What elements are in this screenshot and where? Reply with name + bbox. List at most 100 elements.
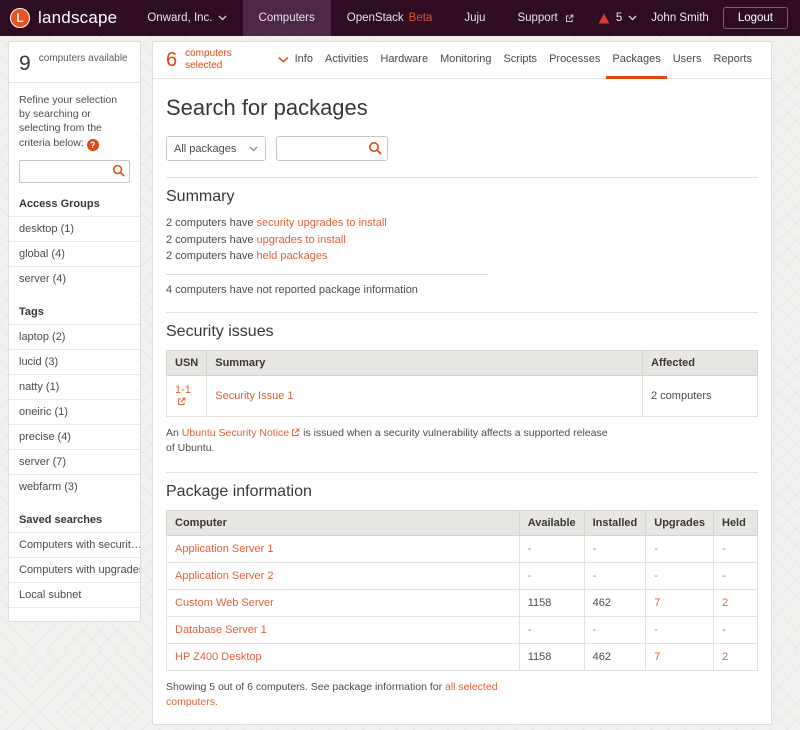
external-link-icon (565, 14, 574, 23)
alerts-count: 5 (616, 12, 622, 24)
upgrades-count-link[interactable]: 7 (654, 597, 660, 609)
upgrades-count-link[interactable]: 7 (654, 651, 660, 663)
tags-title: Tags (9, 299, 140, 324)
sidebar-item-computers-with-security[interactable]: Computers with securit… (9, 532, 140, 557)
tab-packages[interactable]: Packages (606, 42, 666, 79)
sidebar-item-local-subnet[interactable]: Local subnet (9, 582, 140, 607)
upgrades-value: - (646, 562, 714, 589)
chevron-down-icon (628, 15, 637, 21)
external-link-icon (177, 397, 186, 406)
held-count-link[interactable]: 2 (722, 651, 728, 663)
org-menu[interactable]: Onward, Inc. (131, 0, 242, 36)
summary-divider (166, 177, 758, 178)
computer-link[interactable]: HP Z400 Desktop (175, 651, 262, 663)
package-footer-text: Showing 5 out of 6 computers. See packag… (166, 681, 445, 693)
search-icon[interactable] (112, 164, 125, 177)
computer-link[interactable]: Database Server 1 (175, 624, 267, 636)
security-issues-table: USN Summary Affected 1-1 Security Issue … (166, 350, 758, 417)
computer-link[interactable]: Application Server 2 (175, 570, 273, 582)
ubuntu-security-notice-link[interactable]: Ubuntu Security Notice (182, 427, 300, 439)
nav-openstack-beta-badge: Beta (409, 12, 433, 24)
col-upgrades: Upgrades (646, 510, 714, 535)
org-menu-label: Onward, Inc. (147, 12, 212, 24)
selected-computers-menu[interactable]: 6 computers selected (166, 42, 289, 78)
computer-link[interactable]: Application Server 1 (175, 543, 273, 555)
sidebar-item-webfarm[interactable]: webfarm (3) (9, 474, 140, 499)
usn-link[interactable]: 1-1 (175, 384, 191, 408)
tab-info[interactable]: Info (289, 42, 319, 79)
landscape-logo-text: landscape (38, 8, 117, 28)
nav-item-support[interactable]: Support (501, 0, 589, 36)
nav-item-juju[interactable]: Juju (448, 0, 501, 36)
held-value: - (714, 562, 758, 589)
security-issue-link[interactable]: Security Issue 1 (215, 390, 293, 402)
help-icon[interactable]: ? (87, 139, 99, 151)
main-panel: 6 computers selected Info Activities Har… (152, 41, 772, 725)
sidebar-item-precise[interactable]: precise (4) (9, 424, 140, 449)
security-upgrades-link[interactable]: security upgrades to install (257, 217, 387, 229)
user-name[interactable]: John Smith (651, 12, 709, 24)
col-summary: Summary (207, 350, 643, 375)
nav-computers-label: Computers (259, 12, 315, 24)
main-header: 6 computers selected Info Activities Har… (153, 42, 771, 79)
summary-line: 2 computers have held packages (166, 248, 758, 265)
security-issues-title: Security issues (166, 323, 758, 341)
upgrades-link[interactable]: upgrades to install (257, 234, 346, 246)
package-search (276, 136, 388, 161)
table-row: Database Server 1 - - - - (167, 616, 758, 643)
external-link-icon (291, 428, 300, 437)
computer-link[interactable]: Custom Web Server (175, 597, 274, 609)
tab-activities[interactable]: Activities (319, 42, 374, 79)
sidebar-item-computers-with-upgrades[interactable]: Computers with upgrades (9, 557, 140, 582)
col-affected: Affected (643, 350, 758, 375)
sidebar-item-desktop[interactable]: desktop (1) (9, 216, 140, 241)
summary-line: 2 computers have upgrades to install (166, 232, 758, 249)
table-row: HP Z400 Desktop 1158 462 7 2 (167, 643, 758, 670)
usn-note: An Ubuntu Security Notice is issued when… (166, 426, 616, 456)
sidebar-item-server-tag[interactable]: server (7) (9, 449, 140, 474)
package-filter-value: All packages (174, 143, 236, 155)
logout-button[interactable]: Logout (723, 7, 788, 29)
nav-item-openstack[interactable]: OpenStack Beta (331, 0, 449, 36)
sidebar-item-global[interactable]: global (4) (9, 241, 140, 266)
chevron-down-icon (218, 15, 227, 21)
held-count-link[interactable]: 2 (722, 597, 728, 609)
available-value: - (519, 562, 584, 589)
nav-item-computers[interactable]: Computers (243, 0, 331, 36)
security-divider (166, 312, 758, 313)
landscape-logo[interactable]: L landscape (0, 0, 131, 36)
summary-line: 2 computers have security upgrades to in… (166, 215, 758, 232)
tab-processes[interactable]: Processes (543, 42, 606, 79)
sidebar-item-server-group[interactable]: server (4) (9, 266, 140, 291)
installed-value: 462 (584, 643, 646, 670)
held-value: - (714, 616, 758, 643)
package-filter-select[interactable]: All packages (166, 136, 266, 161)
sidebar-item-natty[interactable]: natty (1) (9, 374, 140, 399)
tab-hardware[interactable]: Hardware (374, 42, 434, 79)
held-packages-link[interactable]: held packages (257, 250, 328, 262)
alerts-menu[interactable]: 5 (598, 12, 637, 24)
held-value: - (714, 535, 758, 562)
page-content: 9 computers available Refine your select… (0, 36, 800, 730)
tab-reports[interactable]: Reports (707, 42, 758, 79)
sidebar-item-lucid[interactable]: lucid (3) (9, 349, 140, 374)
landscape-logo-icon: L (10, 8, 30, 28)
packages-divider (166, 472, 758, 473)
sidebar-item-laptop[interactable]: laptop (2) (9, 324, 140, 349)
saved-searches-list: Computers with securit… Computers with u… (9, 532, 140, 607)
main-body: Search for packages All packages Summary… (153, 79, 771, 724)
tab-monitoring[interactable]: Monitoring (434, 42, 497, 79)
nav-openstack-label: OpenStack (347, 12, 404, 24)
saved-searches-title: Saved searches (9, 507, 140, 532)
sidebar-item-oneiric[interactable]: oneiric (1) (9, 399, 140, 424)
installed-value: - (584, 535, 646, 562)
col-usn: USN (167, 350, 207, 375)
tab-users[interactable]: Users (667, 42, 708, 79)
search-icon[interactable] (368, 141, 382, 155)
usn-note-link-label: Ubuntu Security Notice (182, 427, 289, 439)
available-value: 1158 (519, 589, 584, 616)
table-row: Application Server 2 - - - - (167, 562, 758, 589)
tab-scripts[interactable]: Scripts (497, 42, 543, 79)
table-row: Application Server 1 - - - - (167, 535, 758, 562)
summary-inner-divider (166, 274, 488, 275)
